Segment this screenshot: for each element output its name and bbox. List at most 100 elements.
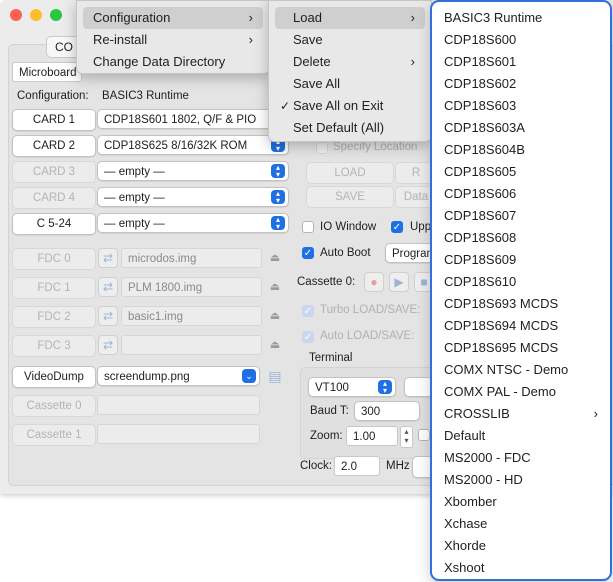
load-menu-item[interactable]: CDP18S604B: [444, 139, 602, 161]
config-menu-item[interactable]: Set Default (All): [275, 117, 425, 139]
load-menu-item[interactable]: CDP18S603: [444, 95, 602, 117]
load-menu-item[interactable]: COMX NTSC - Demo: [444, 359, 602, 381]
cassette-1-field[interactable]: [97, 424, 260, 444]
load-button[interactable]: LOAD: [306, 162, 394, 184]
fdc-label: FDC 3: [37, 340, 71, 352]
load-menu-item[interactable]: Default: [444, 425, 602, 447]
zoom-window-button[interactable]: [50, 9, 62, 21]
main-menu-item[interactable]: Re-install ›: [83, 29, 263, 51]
load-menu-item[interactable]: Xhorde: [444, 535, 602, 557]
cassette-0-field[interactable]: [97, 395, 260, 415]
swap-arrows-icon[interactable]: ⇄: [98, 335, 118, 355]
eject-icon[interactable]: ⏏: [266, 307, 284, 325]
load-menu-item-label: CDP18S605: [444, 164, 517, 179]
fdc-image-field[interactable]: [121, 335, 262, 355]
card-slot-button[interactable]: CARD 3: [12, 161, 96, 183]
load-menu-item[interactable]: CROSSLIB ›: [444, 403, 602, 425]
main-menu-item[interactable]: Configuration ›: [83, 7, 263, 29]
load-menu-item[interactable]: CDP18S601: [444, 51, 602, 73]
load-menu-item[interactable]: CDP18S693 MCDS: [444, 293, 602, 315]
load-menu-item[interactable]: CDP18S602: [444, 73, 602, 95]
turbo-checkbox[interactable]: ✓: [302, 305, 314, 317]
load-menu-item-label: CDP18S694 MCDS: [444, 318, 559, 333]
swap-arrows-icon[interactable]: ⇄: [98, 277, 118, 297]
videodump-filename-field[interactable]: screendump.png ⌄: [97, 366, 260, 386]
record-icon[interactable]: ●: [364, 272, 384, 292]
load-menu-item[interactable]: CDP18S605: [444, 161, 602, 183]
fdc-button[interactable]: FDC 3: [12, 335, 96, 357]
fdc-image-field[interactable]: microdos.img: [121, 248, 262, 268]
cassette-0-button[interactable]: Cassette 0: [12, 395, 96, 417]
baud-popup[interactable]: 300: [354, 401, 420, 421]
auto-load-label: Auto LOAD/SAVE:: [320, 330, 415, 342]
card-select-popup[interactable]: — empty — ▴ ▾: [97, 187, 289, 207]
card-slot-label: CARD 3: [32, 166, 76, 178]
fdc-button[interactable]: FDC 2: [12, 306, 96, 328]
eject-icon[interactable]: ⏏: [266, 249, 284, 267]
config-menu-item[interactable]: Save: [275, 29, 425, 51]
save-label: SAVE: [335, 191, 365, 203]
card-select-popup[interactable]: CDP18S625 8/16/32K ROM▴▾: [97, 135, 289, 155]
close-window-button[interactable]: [10, 9, 22, 21]
baud-label: Baud T:: [310, 405, 349, 417]
zoom-checkbox[interactable]: [418, 429, 430, 441]
microboard-label: Microboard: [19, 67, 77, 79]
load-menu-item[interactable]: CDP18S606: [444, 183, 602, 205]
cassette-0-label: Cassette 0: [26, 400, 82, 412]
clock-field[interactable]: 2.0: [334, 456, 380, 476]
terminal-type-value: VT100: [315, 382, 349, 394]
load-menu-item[interactable]: COMX PAL - Demo: [444, 381, 602, 403]
fdc-button[interactable]: FDC 1: [12, 277, 96, 299]
load-menu-item[interactable]: CDP18S608: [444, 227, 602, 249]
load-menu-item[interactable]: CDP18S694 MCDS: [444, 315, 602, 337]
config-menu-item[interactable]: Delete ›: [275, 51, 425, 73]
load-menu-item[interactable]: MS2000 - HD: [444, 469, 602, 491]
load-menu-item[interactable]: CDP18S600: [444, 29, 602, 51]
fdc-image-field[interactable]: PLM 1800.img: [121, 277, 262, 297]
zoom-field[interactable]: 1.00: [346, 426, 398, 446]
auto-boot-checkbox[interactable]: ✓: [302, 247, 314, 259]
swap-arrows-icon[interactable]: ⇄: [98, 248, 118, 268]
microboard-tab[interactable]: Microboard: [12, 62, 82, 82]
load-menu-item[interactable]: CDP18S607: [444, 205, 602, 227]
main-menu-item[interactable]: Change Data Directory: [83, 51, 263, 73]
card-slot-button[interactable]: C 5-24: [12, 213, 96, 235]
load-menu-item[interactable]: Xbomber: [444, 491, 602, 513]
card-select-popup[interactable]: — empty — ▴ ▾: [97, 213, 289, 233]
config-menu-item[interactable]: ✓ Save All on Exit: [275, 95, 425, 117]
config-menu-item[interactable]: Load ›: [275, 7, 425, 29]
load-menu-item[interactable]: CDP18S610: [444, 271, 602, 293]
videodump-button[interactable]: VideoDump: [12, 366, 96, 388]
swap-arrows-icon[interactable]: ⇄: [98, 306, 118, 326]
minimize-window-button[interactable]: [30, 9, 42, 21]
load-menu-item[interactable]: Xshoot: [444, 557, 602, 579]
io-window-checkbox[interactable]: [302, 221, 314, 233]
fdc-button[interactable]: FDC 0: [12, 248, 96, 270]
fdc-image-field[interactable]: basic1.img: [121, 306, 262, 326]
config-menu-item[interactable]: Save All: [275, 73, 425, 95]
load-menu-item[interactable]: MS2000 - FDC: [444, 447, 602, 469]
save-button[interactable]: SAVE: [306, 186, 394, 208]
save-disk-icon[interactable]: ▤: [266, 367, 284, 385]
cassette-1-button[interactable]: Cassette 1: [12, 424, 96, 446]
load-menu-item[interactable]: CDP18S695 MCDS: [444, 337, 602, 359]
specify-location-checkbox[interactable]: [316, 142, 328, 154]
load-menu-item[interactable]: CDP18S609: [444, 249, 602, 271]
eject-icon[interactable]: ⏏: [266, 336, 284, 354]
play-icon[interactable]: ▶: [389, 272, 409, 292]
card-slot-button[interactable]: CARD 4: [12, 187, 96, 209]
cassette-0-status-label: Cassette 0:: [297, 276, 356, 288]
load-menu-item-label: CDP18S695 MCDS: [444, 340, 559, 355]
load-menu-item[interactable]: Xchase: [444, 513, 602, 535]
card-slot-button[interactable]: CARD 2: [12, 135, 96, 157]
auto-load-checkbox[interactable]: ✓: [302, 331, 314, 343]
card-slot-button[interactable]: CARD 1: [12, 109, 96, 131]
zoom-stepper[interactable]: ▴ ▾: [400, 426, 413, 448]
upp-checkbox[interactable]: ✓: [391, 221, 403, 233]
load-menu-item[interactable]: BASIC3 Runtime: [444, 7, 602, 29]
terminal-type-popup[interactable]: VT100 ▴ ▾: [308, 377, 396, 397]
load-menu-item[interactable]: CDP18S603A: [444, 117, 602, 139]
eject-icon[interactable]: ⏏: [266, 278, 284, 296]
card-select-popup[interactable]: CDP18S601 1802, Q/F & PIO▴▾: [97, 109, 289, 129]
card-select-popup[interactable]: — empty — ▴ ▾: [97, 161, 289, 181]
